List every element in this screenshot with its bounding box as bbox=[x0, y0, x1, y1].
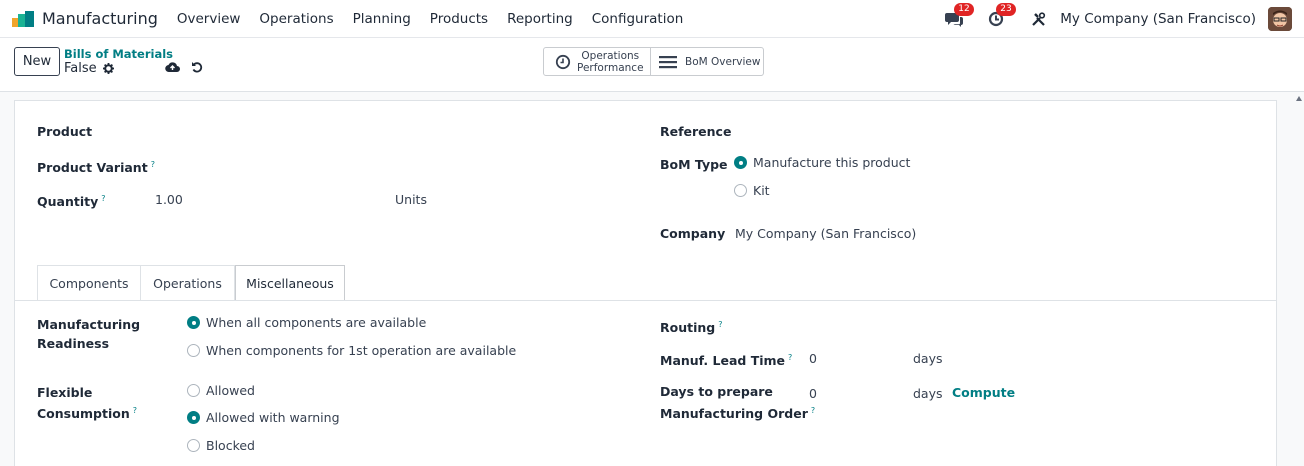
company-label: Company bbox=[660, 226, 726, 241]
help-icon[interactable]: ? bbox=[151, 160, 155, 169]
readiness-first-operation-option[interactable]: When components for 1st operation are av… bbox=[187, 343, 516, 358]
product-label: Product bbox=[37, 124, 93, 139]
gear-icon[interactable] bbox=[102, 63, 114, 74]
app-brand[interactable]: Manufacturing bbox=[12, 9, 177, 28]
lead-time-unit: days bbox=[913, 351, 943, 366]
readiness-label-line1: Manufacturing bbox=[37, 317, 141, 332]
quantity-field[interactable]: 1.00 bbox=[155, 190, 183, 209]
product-variant-label-text: Product Variant bbox=[37, 160, 148, 176]
activities-count-badge: 23 bbox=[996, 3, 1016, 16]
tools-icon bbox=[1032, 11, 1045, 26]
bom-type-kit-label: Kit bbox=[753, 183, 770, 198]
menu-operations[interactable]: Operations bbox=[259, 11, 333, 27]
menu-configuration[interactable]: Configuration bbox=[592, 11, 684, 27]
record-name: False bbox=[64, 61, 97, 76]
days-prepare-label-line1: Days to prepare bbox=[660, 384, 773, 399]
bom-type-label: BoM Type bbox=[660, 157, 728, 172]
flex-allowed-with-warning-option[interactable]: Allowed with warning bbox=[187, 410, 340, 425]
readiness-first-operation-label: When components for 1st operation are av… bbox=[206, 343, 517, 358]
lead-time-label-text: Manuf. Lead Time bbox=[660, 353, 786, 369]
activities-button[interactable]: 23 bbox=[984, 3, 1016, 31]
control-panel: New Bills of Materials False Operations … bbox=[0, 38, 1304, 92]
help-icon[interactable]: ? bbox=[788, 353, 792, 362]
list-icon bbox=[659, 55, 677, 68]
uom-field[interactable]: Units bbox=[395, 190, 427, 209]
help-icon[interactable]: ? bbox=[811, 406, 815, 415]
bom-type-manufacture-label: Manufacture this product bbox=[753, 155, 911, 170]
messages-count-badge: 12 bbox=[954, 3, 974, 16]
main-menu: Overview Operations Planning Products Re… bbox=[177, 11, 702, 27]
scrollbar[interactable] bbox=[1294, 92, 1304, 466]
radio-unchecked[interactable] bbox=[734, 184, 747, 197]
flex-allowed-with-warning-label: Allowed with warning bbox=[206, 410, 340, 425]
reference-label: Reference bbox=[660, 124, 732, 139]
company-field[interactable]: My Company (San Francisco) bbox=[735, 224, 916, 243]
radio-checked[interactable] bbox=[734, 156, 747, 169]
notebook-tabs: Components Operations Miscellaneous bbox=[37, 265, 345, 301]
cloud-upload-icon[interactable] bbox=[165, 61, 180, 73]
flex-blocked-label: Blocked bbox=[206, 438, 255, 453]
flexible-consumption-label-line1: Flexible bbox=[37, 385, 93, 400]
new-button[interactable]: New bbox=[14, 47, 60, 76]
readiness-label-line2: Readiness bbox=[37, 336, 110, 351]
ops-perf-label-line1: Operations bbox=[581, 49, 640, 62]
product-variant-label: Product Variant? bbox=[37, 155, 155, 177]
top-navbar: Manufacturing Overview Operations Planni… bbox=[0, 0, 1304, 38]
days-prepare-label-text: Manufacturing Order bbox=[660, 406, 808, 422]
radio-checked[interactable] bbox=[187, 411, 200, 424]
bom-overview-label: BoM Overview bbox=[685, 55, 761, 68]
record-title: False bbox=[64, 61, 114, 76]
manufacturing-app-icon bbox=[12, 10, 34, 27]
flexible-consumption-label-text: Consumption bbox=[37, 406, 130, 422]
readiness-all-components-label: When all components are available bbox=[206, 315, 427, 330]
days-prepare-field[interactable]: 0 bbox=[809, 384, 817, 403]
days-prepare-label-line2: Manufacturing Order? bbox=[660, 401, 815, 423]
company-switcher[interactable]: My Company (San Francisco) bbox=[1060, 11, 1256, 27]
lead-time-field[interactable]: 0 bbox=[809, 349, 817, 368]
form-sheet: Product Product Variant? Quantity? 1.00 … bbox=[14, 100, 1277, 466]
tab-miscellaneous[interactable]: Miscellaneous bbox=[235, 265, 345, 301]
operations-performance-button[interactable]: Operations Performance bbox=[544, 48, 651, 75]
undo-icon[interactable] bbox=[191, 61, 203, 73]
app-title: Manufacturing bbox=[42, 9, 158, 28]
readiness-all-components-option[interactable]: When all components are available bbox=[187, 315, 426, 330]
menu-reporting[interactable]: Reporting bbox=[507, 11, 573, 27]
flexible-consumption-label-line2: Consumption? bbox=[37, 401, 137, 423]
ops-perf-label-line2: Performance bbox=[577, 61, 644, 74]
bom-type-kit-option[interactable]: Kit bbox=[734, 183, 770, 198]
routing-label: Routing? bbox=[660, 315, 722, 337]
lead-time-label: Manuf. Lead Time? bbox=[660, 348, 792, 370]
tab-divider bbox=[15, 300, 1277, 301]
days-prepare-unit: days bbox=[913, 386, 943, 401]
help-icon[interactable]: ? bbox=[718, 320, 722, 329]
compute-button[interactable]: Compute bbox=[952, 383, 1015, 402]
scroll-up-arrow-icon[interactable] bbox=[1296, 96, 1302, 101]
tab-operations[interactable]: Operations bbox=[141, 265, 235, 301]
radio-checked[interactable] bbox=[187, 316, 200, 329]
quantity-label: Quantity? bbox=[37, 189, 106, 211]
breadcrumb-bills-of-materials[interactable]: Bills of Materials bbox=[64, 47, 173, 61]
radio-unchecked[interactable] bbox=[187, 384, 200, 397]
help-icon[interactable]: ? bbox=[101, 194, 105, 203]
routing-label-text: Routing bbox=[660, 320, 716, 336]
radio-unchecked[interactable] bbox=[187, 439, 200, 452]
radio-unchecked[interactable] bbox=[187, 344, 200, 357]
flex-allowed-label: Allowed bbox=[206, 383, 255, 398]
systray: 12 23 My Company (San Francisco) bbox=[942, 0, 1292, 38]
tab-components[interactable]: Components bbox=[37, 265, 141, 301]
quantity-label-text: Quantity bbox=[37, 194, 99, 210]
menu-products[interactable]: Products bbox=[430, 11, 488, 27]
clock-icon bbox=[555, 54, 571, 69]
menu-planning[interactable]: Planning bbox=[353, 11, 411, 27]
bom-type-manufacture-option[interactable]: Manufacture this product bbox=[734, 155, 910, 170]
menu-overview[interactable]: Overview bbox=[177, 11, 241, 27]
smart-buttons: Operations Performance BoM Overview bbox=[543, 47, 764, 76]
debug-tools-button[interactable] bbox=[1026, 7, 1050, 31]
bom-overview-button[interactable]: BoM Overview bbox=[651, 48, 763, 75]
messages-button[interactable]: 12 bbox=[942, 3, 974, 31]
help-icon[interactable]: ? bbox=[133, 406, 137, 415]
flex-allowed-option[interactable]: Allowed bbox=[187, 383, 255, 398]
user-avatar[interactable] bbox=[1268, 7, 1292, 31]
flex-blocked-option[interactable]: Blocked bbox=[187, 438, 255, 453]
